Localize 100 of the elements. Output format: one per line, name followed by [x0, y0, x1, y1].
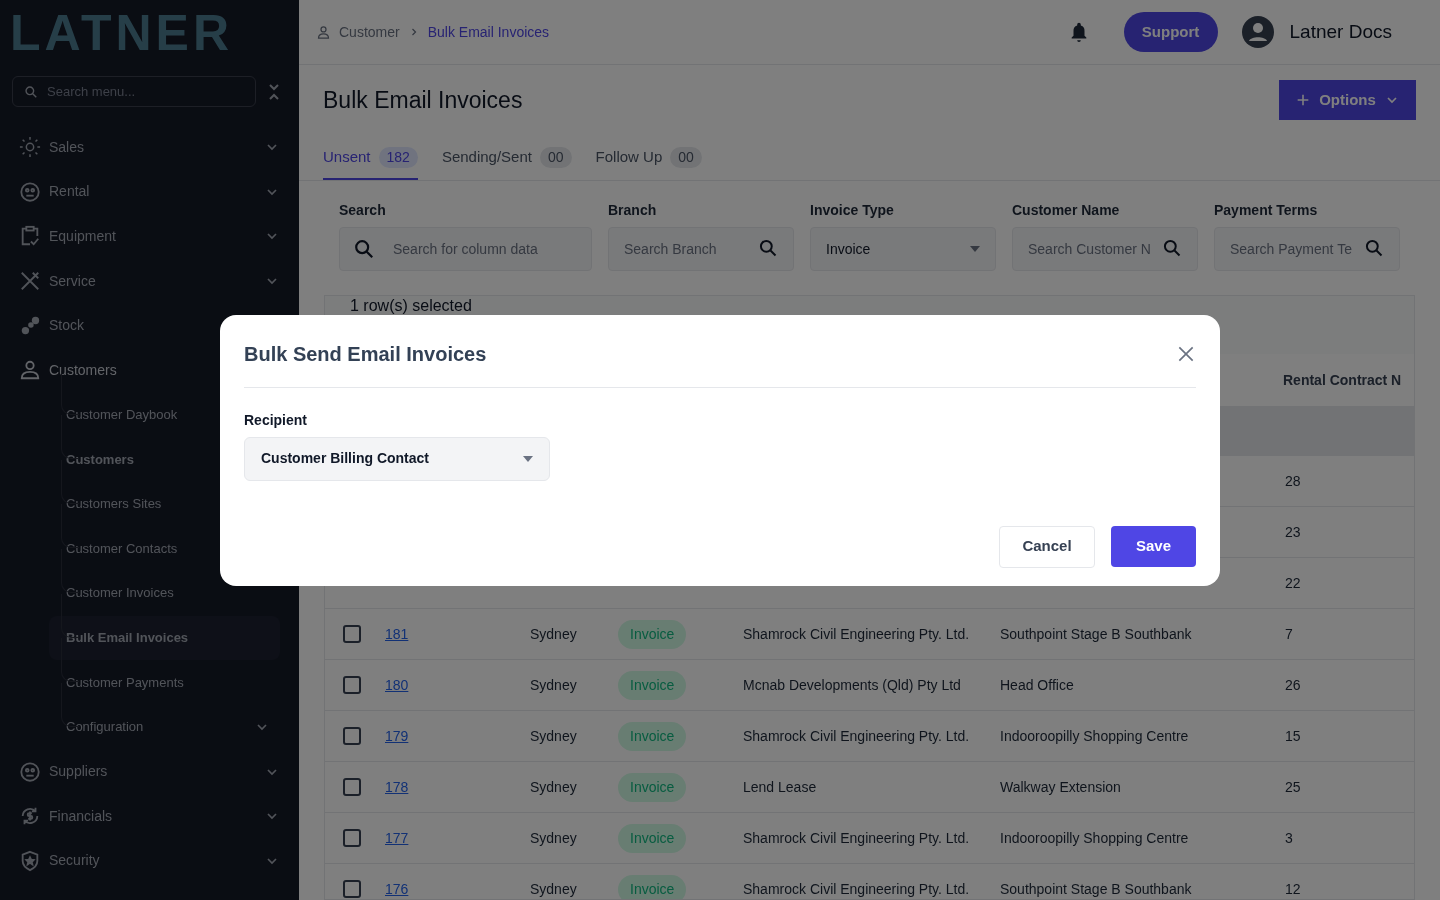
table-cell: Lend Lease	[743, 778, 817, 795]
submenu-item[interactable]: Customer Payments	[49, 660, 280, 705]
item-label: Rental	[49, 182, 91, 202]
table-cell: 3	[1285, 829, 1293, 846]
type-badge: Invoice	[618, 772, 687, 802]
table-cell: 25	[1285, 778, 1301, 795]
table-cell: Sydney	[530, 829, 577, 846]
count-badge: 00	[670, 146, 702, 168]
tab[interactable]: Sending/Sent 00	[441, 136, 572, 180]
table-cell: Sydney	[530, 778, 577, 795]
table-cell: 23	[1285, 523, 1301, 540]
invoice-link[interactable]: 176	[385, 880, 409, 897]
sidebar-item[interactable]: Service	[19, 258, 280, 304]
caret-icon	[970, 246, 980, 252]
table-cell: Southpoint Stage B Southbank	[1000, 880, 1192, 897]
save-button[interactable]: Save	[1111, 525, 1196, 567]
table-cell: Indooroopilly Shopping Centre	[1000, 829, 1189, 846]
field-label: Payment Terms	[1214, 201, 1319, 220]
user-icon	[19, 359, 41, 382]
item-label: Equipment	[49, 227, 117, 246]
sun-icon	[19, 136, 41, 159]
search-icon	[1162, 238, 1182, 258]
breadcrumb-link[interactable]: Bulk Email Invoices	[427, 21, 550, 43]
item-label: Service	[49, 271, 97, 291]
table-cell: 7	[1285, 625, 1293, 642]
clipboard-icon	[19, 225, 41, 248]
options-button[interactable]: Options	[1279, 80, 1416, 120]
type-badge: Invoice	[618, 670, 687, 700]
search-icon	[353, 238, 375, 260]
collapse-icon	[268, 81, 280, 102]
item-label: Security	[49, 851, 101, 871]
invoice-link[interactable]: 177	[385, 829, 409, 846]
count-badge: 00	[539, 146, 572, 168]
item-label: Financials	[49, 806, 114, 826]
support-button[interactable]: Support	[1123, 12, 1218, 52]
select-field[interactable]: Invoice	[810, 227, 996, 271]
field-label: Invoice Type	[810, 201, 895, 220]
search-icon	[24, 85, 38, 99]
sidebar-item[interactable]: Security	[19, 838, 280, 884]
submenu-item[interactable]: Bulk Email Invoices	[49, 615, 280, 660]
checkbox[interactable]	[343, 625, 361, 643]
sidebar-item[interactable]: Equipment	[19, 214, 280, 259]
search-icon	[758, 238, 778, 258]
tab[interactable]: Unsent 182	[323, 136, 418, 180]
table-cell: Shamrock Civil Engineering Pty. Ltd.	[743, 880, 970, 897]
table-cell: Shamrock Civil Engineering Pty. Ltd.	[743, 829, 970, 846]
item-label: Customers	[49, 360, 118, 380]
tab[interactable]: Follow Up 00	[595, 136, 702, 180]
table-cell: Southpoint Stage B Southbank	[1000, 625, 1192, 642]
page-title: Bulk Email Invoices	[323, 85, 523, 115]
checkbox[interactable]	[343, 727, 361, 745]
avatar-icon	[1241, 16, 1274, 48]
checkbox[interactable]	[343, 880, 361, 898]
type-badge: Invoice	[618, 721, 687, 751]
field-label: Branch	[608, 201, 658, 220]
cancel-button[interactable]: Cancel	[999, 525, 1095, 568]
table-cell: Mcnab Developments (Qld) Pty Ltd	[743, 676, 961, 693]
table-cell: Sydney	[530, 727, 577, 744]
type-badge: Invoice	[618, 823, 687, 853]
sidebar-item[interactable]: Suppliers	[19, 749, 280, 794]
select-field[interactable]: Customer Billing Contact	[244, 436, 550, 481]
submenu-item[interactable]: Customer Invoices	[49, 571, 280, 616]
table-cell: Sydney	[530, 676, 577, 693]
invoice-link[interactable]: 180	[385, 676, 409, 693]
search-icon	[1364, 238, 1384, 258]
type-badge: Invoice	[618, 874, 687, 899]
sidebar-item[interactable]: Sales	[19, 125, 280, 170]
count-badge: 182	[378, 146, 418, 168]
submenu-item[interactable]: Configuration	[49, 705, 280, 749]
field-label: Search	[339, 201, 387, 220]
item-label: Suppliers	[49, 762, 109, 782]
user-icon	[316, 24, 331, 40]
user-name: Latner Docs	[1289, 19, 1392, 44]
table-cell: 12	[1285, 880, 1301, 897]
sidebar-item[interactable]: Rental	[19, 169, 280, 215]
invoice-link[interactable]: 178	[385, 778, 409, 795]
table-cell: 15	[1285, 727, 1301, 744]
invoice-link[interactable]: 179	[385, 727, 409, 744]
table-cell: Sydney	[530, 625, 577, 642]
table-cell: Indooroopilly Shopping Centre	[1000, 727, 1189, 744]
table-cell: 28	[1285, 472, 1301, 489]
table-cell: Walkway Extension	[1000, 778, 1121, 795]
checkbox[interactable]	[343, 676, 361, 694]
table-cell: 22	[1285, 574, 1301, 591]
table-cell: Sydney	[530, 880, 577, 897]
invoice-link[interactable]: 181	[385, 625, 409, 642]
type-badge: Invoice	[618, 619, 687, 649]
checkbox[interactable]	[343, 778, 361, 796]
sidebar-item[interactable]: Financials	[19, 793, 280, 839]
tools-icon	[19, 270, 41, 293]
checkbox[interactable]	[343, 829, 361, 847]
table-cell: Shamrock Civil Engineering Pty. Ltd.	[743, 625, 970, 642]
table-cell: 26	[1285, 676, 1301, 693]
shield-icon	[19, 849, 41, 872]
item-label: Stock	[49, 316, 85, 336]
breadcrumb-link[interactable]: Customer	[339, 21, 400, 43]
dialog-title: Bulk Send Email Invoices	[244, 341, 487, 367]
column-header[interactable]: Rental Contract N	[1283, 369, 1414, 391]
selection-count: 1 row(s) selected	[350, 298, 472, 314]
field-label: Recipient	[244, 410, 307, 430]
